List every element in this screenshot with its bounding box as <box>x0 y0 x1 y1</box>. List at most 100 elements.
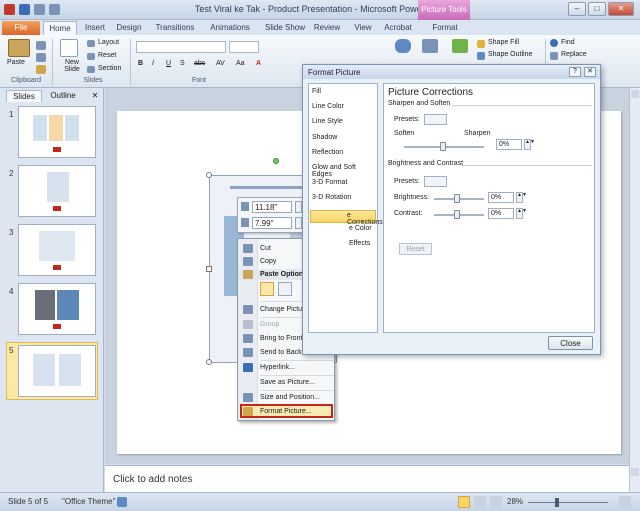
paste-option-use-destination-icon[interactable] <box>260 282 274 296</box>
minimize-button[interactable]: – <box>568 2 586 16</box>
category-picture-color[interactable]: e Color <box>349 225 372 232</box>
font-name-dropdown[interactable] <box>136 41 226 53</box>
menu-item-send-to-back[interactable]: Send to Back <box>260 349 302 356</box>
slide-thumbnail-2[interactable] <box>18 165 96 217</box>
theme-name[interactable]: "Office Theme" <box>62 497 115 506</box>
menu-item-bring-to-front[interactable]: Bring to Front <box>260 335 302 342</box>
reset-button[interactable]: Reset <box>399 243 432 255</box>
underline-button[interactable]: U <box>166 60 171 67</box>
slide-thumbnail-1[interactable] <box>18 106 96 158</box>
zoom-slider-thumb[interactable] <box>555 498 559 507</box>
tab-insert[interactable]: Insert <box>82 21 108 35</box>
slide-thumbnail-5[interactable] <box>18 345 96 397</box>
copy-icon[interactable] <box>36 53 46 62</box>
zoom-slider[interactable] <box>528 502 608 503</box>
vertical-scrollbar[interactable] <box>629 88 640 492</box>
menu-item-size-and-position[interactable]: Size and Position... <box>260 394 320 401</box>
height-spinner[interactable] <box>295 201 302 213</box>
tab-review[interactable]: Review <box>312 21 342 35</box>
section-button[interactable]: Section <box>98 65 121 72</box>
close-window-button[interactable]: ✕ <box>608 2 634 16</box>
sharpen-spinner[interactable]: ▲▼ <box>524 139 535 150</box>
resize-handle[interactable] <box>206 359 212 365</box>
character-spacing-button[interactable]: AV <box>216 60 225 67</box>
tab-outline[interactable]: Outline <box>44 90 82 102</box>
scroll-up-arrow[interactable] <box>631 90 639 98</box>
zoom-level[interactable]: 28% <box>507 497 523 506</box>
tab-animations[interactable]: Animations <box>205 21 255 35</box>
normal-view-icon[interactable] <box>458 496 470 508</box>
category-artistic-effects[interactable]: Effects <box>349 240 370 247</box>
category-3d-rotation[interactable]: 3-D Rotation <box>312 194 351 201</box>
tab-home[interactable]: Home <box>43 21 77 35</box>
contrast-spinner[interactable]: ▲▼ <box>516 208 527 219</box>
replace-button[interactable]: Replace <box>561 51 587 58</box>
font-color-button[interactable]: A <box>256 60 261 67</box>
shape-fill-button[interactable]: Shape Fill <box>488 39 519 46</box>
shape-height-field[interactable]: 11.18" <box>252 201 292 213</box>
sharpen-slider-thumb[interactable] <box>440 142 446 151</box>
strikethrough-button[interactable]: abc <box>194 60 205 67</box>
brightness-value-field[interactable]: 0% <box>488 192 514 203</box>
category-line-style[interactable]: Line Style <box>312 118 343 125</box>
tab-transitions[interactable]: Transitions <box>150 21 200 35</box>
reset-slide-button[interactable]: Reset <box>98 52 116 59</box>
sharpen-presets-dropdown[interactable] <box>424 114 447 125</box>
category-3d-format[interactable]: 3-D Format <box>312 179 347 186</box>
slide-sorter-view-icon[interactable] <box>474 496 486 508</box>
new-slide-button[interactable]: New Slide <box>62 59 82 73</box>
category-glow-soft-edges[interactable]: Glow and Soft Edges <box>312 164 377 178</box>
menu-item-group[interactable]: Group <box>260 321 279 328</box>
resize-handle[interactable] <box>206 172 212 178</box>
tab-acrobat[interactable]: Acrobat <box>382 21 414 35</box>
paste-icon[interactable] <box>8 39 30 57</box>
change-case-button[interactable]: Aa <box>236 60 245 67</box>
category-reflection[interactable]: Reflection <box>312 149 343 156</box>
find-button[interactable]: Find <box>561 39 575 46</box>
menu-item-copy[interactable]: Copy <box>260 258 276 265</box>
dialog-close-button[interactable]: Close <box>548 336 593 350</box>
tab-design[interactable]: Design <box>112 21 146 35</box>
dialog-help-button[interactable]: ? <box>569 67 581 77</box>
fit-to-window-icon[interactable] <box>619 496 631 508</box>
menu-item-format-picture[interactable]: Format Picture... <box>260 408 312 415</box>
layout-button[interactable]: Layout <box>98 39 119 46</box>
sharpen-value-field[interactable]: 0% <box>496 139 522 150</box>
shape-outline-button[interactable]: Shape Outline <box>488 51 532 58</box>
italic-button[interactable]: I <box>152 60 154 67</box>
shape-width-field[interactable]: 7.99" <box>252 217 292 229</box>
tab-format[interactable]: Format <box>428 21 462 35</box>
maximize-button[interactable]: □ <box>588 2 606 16</box>
rotate-handle[interactable] <box>273 158 279 164</box>
bold-button[interactable]: B <box>138 60 143 67</box>
category-fill[interactable]: Fill <box>312 88 321 95</box>
save-icon[interactable] <box>19 4 30 15</box>
contrast-value-field[interactable]: 0% <box>488 208 514 219</box>
notes-pane[interactable]: Click to add notes <box>105 465 629 492</box>
undo-icon[interactable] <box>34 4 45 15</box>
slide-thumbnail-4[interactable] <box>18 283 96 335</box>
paste-option-picture-icon[interactable] <box>278 282 292 296</box>
quick-styles-icon[interactable] <box>452 39 468 53</box>
brightness-presets-dropdown[interactable] <box>424 176 447 187</box>
menu-item-cut[interactable]: Cut <box>260 245 271 252</box>
new-slide-icon[interactable] <box>60 39 78 57</box>
redo-icon[interactable] <box>49 4 60 15</box>
contrast-slider-thumb[interactable] <box>454 210 460 219</box>
scroll-down-arrow[interactable] <box>631 468 639 476</box>
dialog-close-x-button[interactable]: ✕ <box>584 67 596 77</box>
brightness-slider-thumb[interactable] <box>454 194 460 203</box>
category-picture-corrections[interactable]: e Corrections <box>310 210 383 226</box>
category-line-color[interactable]: Line Color <box>312 103 344 110</box>
reading-view-icon[interactable] <box>490 496 502 508</box>
menu-item-save-as-picture[interactable]: Save as Picture... <box>260 379 315 386</box>
tab-slides[interactable]: Slides <box>6 90 42 102</box>
slide-thumbnail-3[interactable] <box>18 224 96 276</box>
width-spinner[interactable] <box>295 217 302 229</box>
font-size-dropdown[interactable] <box>229 41 259 53</box>
powerpoint-app-icon[interactable] <box>4 4 15 15</box>
spelling-icon[interactable] <box>117 497 127 507</box>
resize-handle[interactable] <box>206 266 212 272</box>
category-shadow[interactable]: Shadow <box>312 134 337 141</box>
shadow-button[interactable]: S <box>180 60 185 67</box>
